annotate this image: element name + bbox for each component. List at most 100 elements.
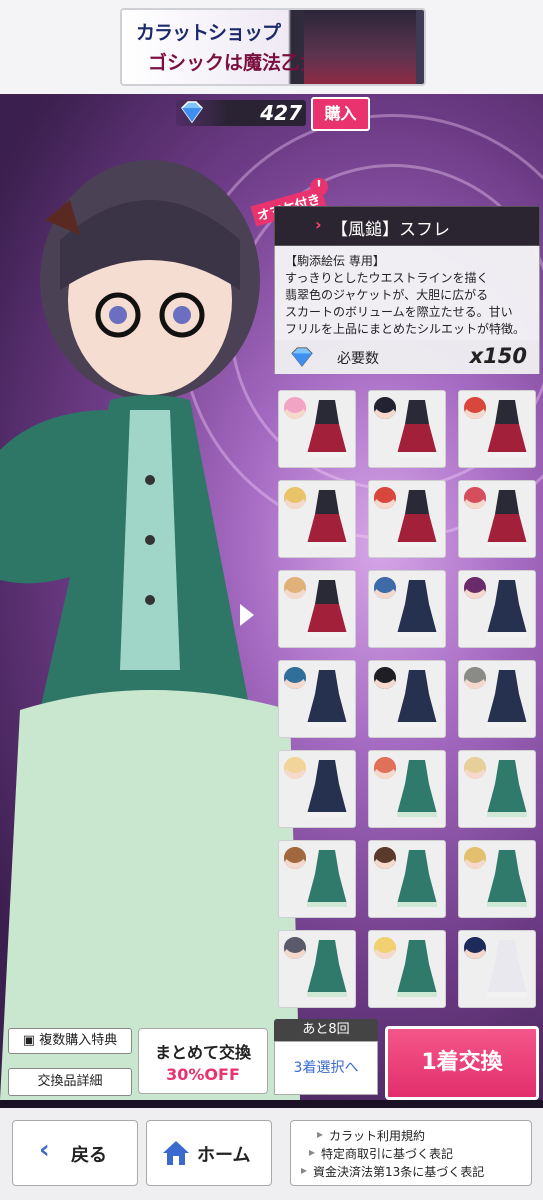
terms-link[interactable]: カラット利用規約 [317, 1127, 425, 1144]
character-face-icon [284, 397, 306, 419]
outfit-item[interactable] [368, 660, 446, 738]
bulk-exchange-button[interactable]: まとめて交換 30%OFF [138, 1028, 268, 1094]
character-face-icon [374, 757, 396, 779]
home-icon [163, 1141, 189, 1165]
item-name-bar: › 【風鎚】スフレ [274, 206, 540, 246]
outfit-thumbnail [487, 940, 527, 997]
outfit-thumbnail [397, 670, 437, 727]
outfit-item[interactable] [278, 480, 356, 558]
character-face-icon [284, 487, 306, 509]
banner-character-image [304, 10, 416, 84]
outfit-thumbnail [307, 400, 347, 457]
back-label: 戻る [71, 1145, 107, 1166]
outfit-item[interactable] [458, 840, 536, 918]
character-face-icon [464, 577, 486, 599]
outfit-thumbnail [487, 670, 527, 727]
discount-label: 30%OFF [166, 1065, 240, 1084]
play-arrow-icon[interactable] [240, 604, 254, 626]
back-button[interactable]: ‹ 戻る [12, 1120, 138, 1186]
outfit-item[interactable] [458, 750, 536, 828]
outfit-item[interactable] [368, 750, 446, 828]
outfit-thumbnail [487, 850, 527, 907]
bulk-exchange-label: まとめて交換 [154, 1043, 251, 1062]
payment-law-link[interactable]: 資金決済法第13条に基づく表記 [301, 1163, 484, 1180]
description-line: すっきりとしたウエストラインを描く [285, 271, 489, 285]
outfit-item[interactable] [458, 930, 536, 1008]
outfit-item[interactable] [458, 480, 536, 558]
character-face-icon [464, 937, 486, 959]
character-face-icon [464, 397, 486, 419]
character-face-icon [284, 937, 306, 959]
outfit-thumbnail [307, 850, 347, 907]
character-face-icon [464, 667, 486, 689]
outfit-item[interactable] [458, 570, 536, 648]
outfit-thumbnail [397, 490, 437, 547]
outfit-thumbnail [487, 760, 527, 817]
commerce-law-link[interactable]: 特定商取引に基づく表記 [309, 1145, 453, 1162]
outfit-item[interactable] [278, 930, 356, 1008]
buy-currency-button[interactable]: 購入 [311, 97, 370, 131]
required-label: 必要数 [337, 351, 379, 367]
outfit-item[interactable] [368, 390, 446, 468]
bulk-purchase-bonus-button[interactable]: ▣ 複数購入特典 [8, 1028, 132, 1054]
character-face-icon [464, 847, 486, 869]
banner-title: カラットショップ [136, 22, 281, 44]
gift-icon: ▣ [22, 1033, 40, 1048]
chevron-right-icon: › [315, 215, 322, 234]
character-face-icon [374, 577, 396, 599]
outfit-item[interactable] [368, 480, 446, 558]
item-detail-panel: › 【風鎚】スフレ 【駒添絵伝 専用】 すっきりとしたウエストラインを描く 翡翠… [274, 206, 540, 374]
blue-gem-icon [181, 101, 203, 124]
outfit-item[interactable] [458, 390, 536, 468]
outfit-item[interactable] [368, 930, 446, 1008]
character-face-icon [284, 757, 306, 779]
exchange-one-button[interactable]: 1着交換 [385, 1026, 539, 1100]
character-face-icon [374, 667, 396, 689]
outfit-thumbnail [307, 490, 347, 547]
item-details-button[interactable]: 交換品詳細 [8, 1068, 132, 1096]
outfit-item[interactable] [368, 840, 446, 918]
outfit-item[interactable] [368, 570, 446, 648]
banner-logo: カラットショップ ゴシックは魔法乙女 [120, 8, 426, 86]
required-count: x150 [469, 344, 527, 368]
outfit-thumbnail [307, 940, 347, 997]
character-face-icon [464, 757, 486, 779]
home-button[interactable]: ホーム [146, 1120, 272, 1186]
home-label: ホーム [197, 1145, 251, 1166]
character-face-icon [464, 487, 486, 509]
outfit-thumbnail [397, 400, 437, 457]
character-face-icon [374, 397, 396, 419]
item-description: 【駒添絵伝 専用】 すっきりとしたウエストラインを描く 翡翠色のジャケットが、大… [274, 246, 540, 340]
outfit-item[interactable] [278, 750, 356, 828]
remaining-count: あと8回 [274, 1019, 378, 1041]
character-face-icon [284, 667, 306, 689]
outfit-thumbnail [397, 940, 437, 997]
select-three-panel: あと8回 3着選択へ [274, 1019, 378, 1095]
description-line: フリルを上品にまとめたシルエットが特徴。 [285, 322, 526, 336]
outfit-thumbnail [397, 850, 437, 907]
outfit-item[interactable] [278, 660, 356, 738]
banner-subtitle: ゴシックは魔法乙女 [148, 52, 320, 74]
outfit-thumbnail [397, 760, 437, 817]
currency-count: 427 [260, 101, 302, 125]
select-three-button[interactable]: 3着選択へ [274, 1041, 378, 1095]
outfit-thumbnail [487, 400, 527, 457]
item-name: 【風鎚】スフレ [331, 220, 450, 240]
outfit-thumbnail [307, 580, 347, 637]
footer-nav: ‹ 戻る ホーム カラット利用規約 特定商取引に基づく表記 資金決済法第13条に… [0, 1108, 543, 1200]
outfit-item[interactable] [278, 840, 356, 918]
outfit-thumbnail [397, 580, 437, 637]
description-line: 【駒添絵伝 専用】 [285, 254, 385, 268]
description-line: スカートのボリュームを際立たせる。甘い [285, 305, 513, 319]
chevron-left-icon: ‹ [39, 1135, 50, 1165]
bulk-bonus-label: 複数購入特典 [39, 1033, 118, 1048]
outfit-item[interactable] [278, 570, 356, 648]
character-face-icon [374, 847, 396, 869]
character-face-icon [284, 577, 306, 599]
character-face-icon [374, 937, 396, 959]
outfit-item[interactable] [278, 390, 356, 468]
shop-banner: カラットショップ ゴシックは魔法乙女 [0, 0, 543, 94]
required-count-row: 必要数 x150 [274, 340, 540, 374]
outfit-thumbnail [307, 760, 347, 817]
outfit-item[interactable] [458, 660, 536, 738]
